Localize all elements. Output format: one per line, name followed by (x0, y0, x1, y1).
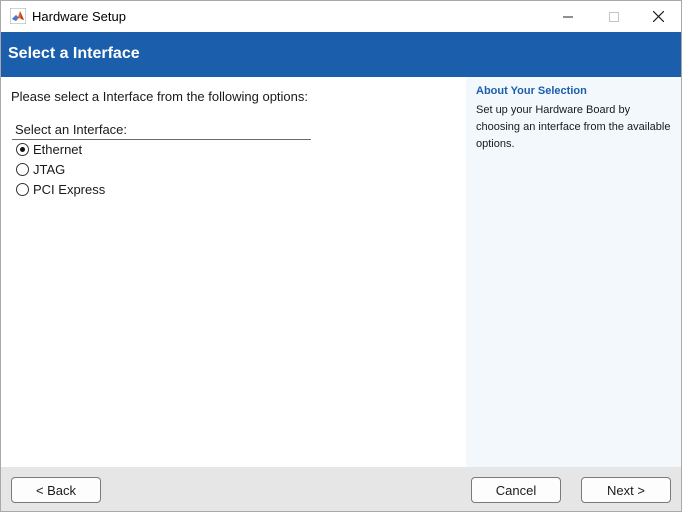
back-button[interactable]: < Back (11, 477, 101, 503)
maximize-icon (609, 11, 619, 22)
radio-button-jtag[interactable] (16, 162, 29, 176)
minimize-icon (563, 16, 573, 17)
radio-label-jtag: JTAG (33, 161, 66, 177)
minimize-button[interactable] (545, 1, 591, 32)
about-selection-title: About Your Selection (476, 85, 587, 97)
about-selection-panel: About Your Selection Set up your Hardwar… (466, 77, 681, 467)
instruction-text: Please select a Interface from the follo… (11, 89, 308, 104)
main-content: Please select a Interface from the follo… (1, 77, 466, 467)
cancel-button[interactable]: Cancel (471, 477, 561, 503)
radio-label-ethernet: Ethernet (33, 141, 83, 157)
header-banner: Select a Interface (1, 32, 681, 77)
about-selection-text: Set up your Hardware Board by choosing a… (476, 104, 671, 150)
radio-label-pci-express: PCI Express (33, 181, 106, 197)
radio-button-pci-express[interactable] (16, 182, 29, 196)
footer-bar: < Back Cancel Next > (1, 467, 681, 511)
radio-option-jtag[interactable]: JTAG (16, 160, 65, 178)
title-bar[interactable]: Hardware Setup (1, 1, 681, 32)
maximize-button[interactable] (591, 1, 637, 32)
page-title: Select a Interface (8, 45, 140, 62)
radio-option-pci-express[interactable]: PCI Express (16, 180, 105, 198)
close-icon (652, 11, 664, 22)
close-button[interactable] (635, 1, 681, 32)
matlab-icon (9, 7, 27, 25)
radio-button-ethernet[interactable] (16, 142, 29, 156)
hardware-setup-window: Hardware Setup Select a Interface Please… (0, 0, 682, 512)
interface-group-label: Select an Interface: (15, 122, 128, 137)
radio-option-ethernet[interactable]: Ethernet (16, 140, 82, 158)
next-button[interactable]: Next > (581, 477, 671, 503)
window-title: Hardware Setup (32, 9, 126, 24)
